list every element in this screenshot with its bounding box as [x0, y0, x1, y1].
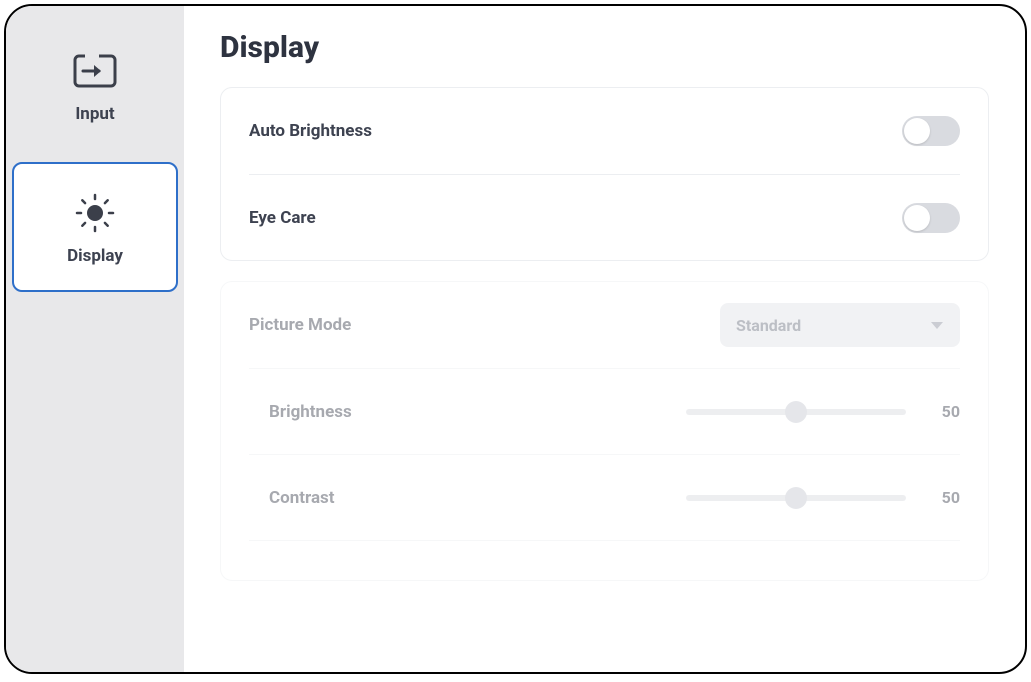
row-auto-brightness: Auto Brightness [249, 88, 960, 174]
contrast-control: 50 [686, 488, 960, 508]
sidebar-item-label: Input [75, 104, 114, 124]
contrast-value: 50 [930, 488, 960, 507]
row-picture-mode: Picture Mode Standard [249, 282, 960, 368]
picture-mode-value: Standard [736, 316, 801, 335]
row-eye-care: Eye Care [249, 174, 960, 260]
auto-brightness-label: Auto Brightness [249, 121, 372, 141]
contrast-slider[interactable] [686, 488, 906, 508]
toggle-knob [904, 205, 930, 231]
sidebar-item-input[interactable]: Input [12, 20, 178, 150]
brightness-value: 50 [930, 402, 960, 421]
brightness-label: Brightness [249, 402, 352, 422]
picture-mode-select[interactable]: Standard [720, 303, 960, 347]
contrast-label: Contrast [249, 488, 335, 508]
page-title: Display [220, 30, 989, 65]
slider-track [686, 495, 906, 501]
sidebar: Input Display [6, 6, 184, 672]
panel-general: Auto Brightness Eye Care [220, 87, 989, 261]
row-extra [249, 540, 960, 580]
eye-care-toggle[interactable] [902, 203, 960, 233]
row-contrast: Contrast 50 [249, 454, 960, 540]
slider-thumb [785, 401, 807, 423]
slider-thumb [785, 487, 807, 509]
brightness-icon [73, 188, 117, 238]
sidebar-item-label: Display [67, 246, 123, 266]
brightness-control: 50 [686, 402, 960, 422]
main-content: Display Auto Brightness Eye Care Picture… [184, 6, 1025, 672]
eye-care-label: Eye Care [249, 208, 316, 228]
toggle-knob [904, 118, 930, 144]
slider-track [686, 409, 906, 415]
brightness-slider[interactable] [686, 402, 906, 422]
sidebar-item-display[interactable]: Display [12, 162, 178, 292]
settings-window: Input Display [4, 4, 1027, 674]
chevron-down-icon [930, 316, 944, 335]
panel-picture: Picture Mode Standard Brightness [220, 281, 989, 581]
row-brightness: Brightness 50 [249, 368, 960, 454]
picture-mode-label: Picture Mode [249, 315, 351, 335]
auto-brightness-toggle[interactable] [902, 116, 960, 146]
input-icon [71, 46, 119, 96]
